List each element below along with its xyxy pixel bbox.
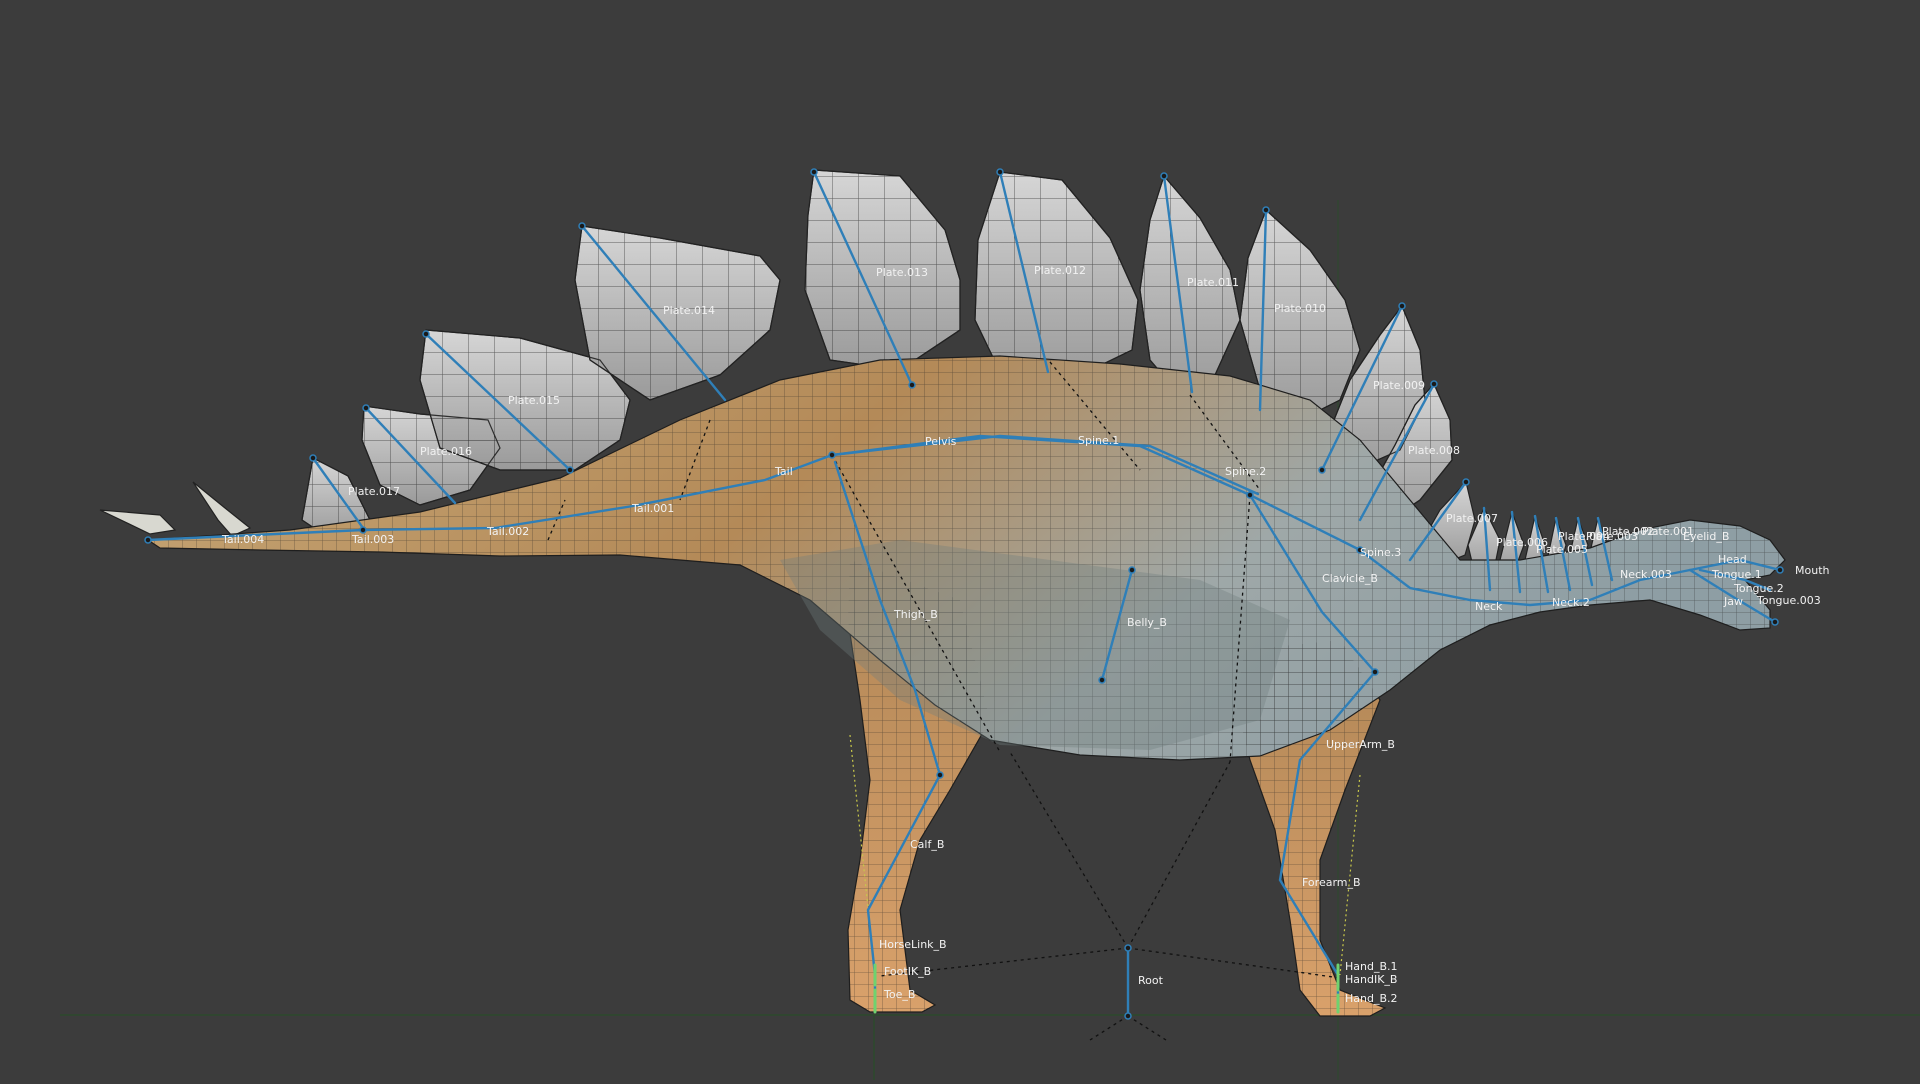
label-calf: Calf_B xyxy=(910,838,944,851)
label-neck-003: Neck.003 xyxy=(1620,568,1672,581)
label-plate-011: Plate.011 xyxy=(1187,276,1239,289)
label-tongue-003: Tongue.003 xyxy=(1756,594,1821,607)
3d-viewport[interactable]: Tail.004 Tail.003 Tail.002 Tail.001 Tail… xyxy=(0,0,1920,1080)
label-upperarm: UpperArm_B xyxy=(1326,738,1395,751)
label-tail-004: Tail.004 xyxy=(221,533,264,546)
label-clavicle: Clavicle_B xyxy=(1322,572,1378,585)
label-handik: HandIK_B xyxy=(1345,973,1397,986)
label-tail: Tail xyxy=(774,465,793,478)
label-plate-015: Plate.015 xyxy=(508,394,560,407)
label-tail-003: Tail.003 xyxy=(351,533,394,546)
label-thigh: Thigh_B xyxy=(893,608,938,621)
label-hand-2: Hand_B.2 xyxy=(1345,992,1398,1005)
label-neck-2: Neck.2 xyxy=(1552,596,1590,609)
label-plate-009: Plate.009 xyxy=(1373,379,1425,392)
label-plate-008: Plate.008 xyxy=(1408,444,1460,457)
label-spine-1: Spine.1 xyxy=(1078,434,1119,447)
label-forearm: Forearm_B xyxy=(1302,876,1361,889)
label-belly: Belly_B xyxy=(1127,616,1167,629)
label-plate-007: Plate.007 xyxy=(1446,512,1498,525)
label-eyelid: Eyelid_B xyxy=(1683,530,1729,543)
label-spine-2: Spine.2 xyxy=(1225,465,1266,478)
label-plate-014: Plate.014 xyxy=(663,304,715,317)
label-plate-010: Plate.010 xyxy=(1274,302,1326,315)
label-hand-1: Hand_B.1 xyxy=(1345,960,1398,973)
label-spine-3: Spine.3 xyxy=(1360,546,1401,559)
label-head: Head xyxy=(1718,553,1747,566)
ik-bones[interactable] xyxy=(873,963,1340,1014)
label-pelvis: Pelvis xyxy=(925,435,957,448)
tail-spikes[interactable] xyxy=(99,481,252,537)
label-mouth: Mouth xyxy=(1795,564,1830,577)
label-plate-017: Plate.017 xyxy=(348,485,400,498)
label-tail-002: Tail.002 xyxy=(486,525,529,538)
tail-spike-2[interactable] xyxy=(192,481,252,537)
label-plate-016: Plate.016 xyxy=(420,445,472,458)
label-plate-013: Plate.013 xyxy=(876,266,928,279)
tail-spike-1[interactable] xyxy=(99,509,177,535)
label-tail-001: Tail.001 xyxy=(631,502,674,515)
label-plate-012: Plate.012 xyxy=(1034,264,1086,277)
label-plate-005: Plate.005 xyxy=(1536,543,1588,556)
label-horselink: HorseLink_B xyxy=(879,938,947,951)
viewport-canvas[interactable]: Tail.004 Tail.003 Tail.002 Tail.001 Tail… xyxy=(0,0,1920,1080)
label-tongue-1: Tongue.1 xyxy=(1711,568,1762,581)
label-root: Root xyxy=(1138,974,1164,987)
label-neck: Neck xyxy=(1475,600,1503,613)
label-toe: Toe_B xyxy=(883,988,915,1001)
label-footik: FootIK_B xyxy=(884,965,931,978)
label-jaw: Jaw xyxy=(1723,595,1743,608)
